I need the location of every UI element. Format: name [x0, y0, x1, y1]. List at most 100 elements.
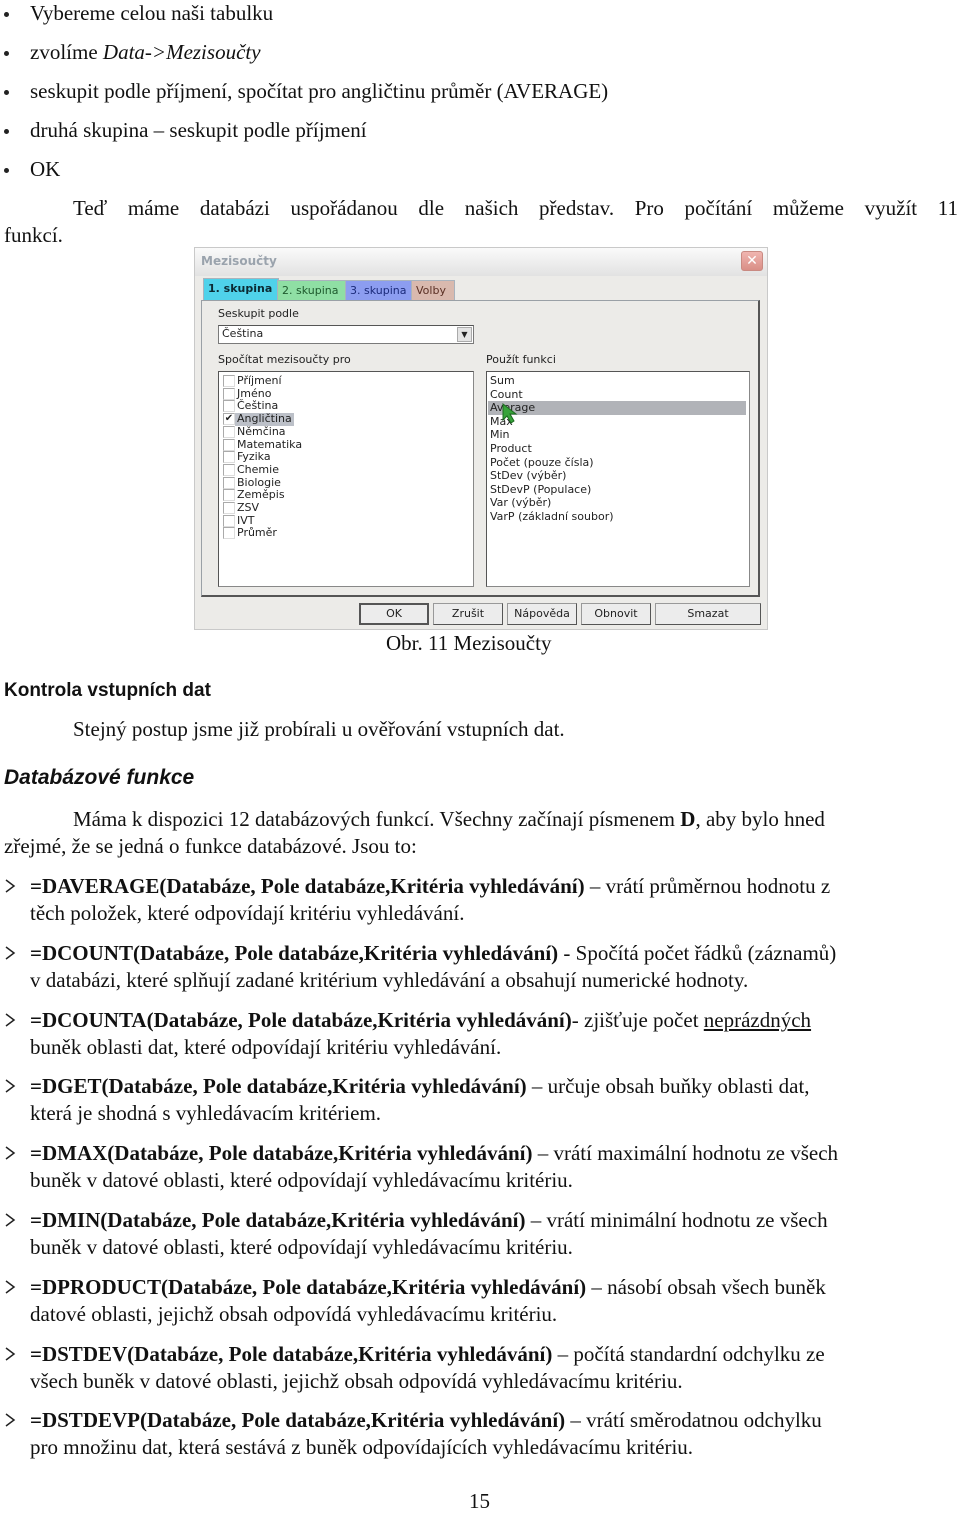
step-text: zvolíme Data->Mezisoučty [30, 39, 261, 66]
ok-button[interactable]: OK [359, 603, 429, 625]
checkbox[interactable] [223, 387, 235, 400]
dialog-title: Mezisoučty [201, 254, 277, 268]
function-description: – vrátí maximální hodnotu ze všech [532, 1141, 839, 1165]
arrow-bullet-icon [5, 1146, 16, 1160]
functions-list[interactable]: Sum Count Average Max Min Product Počet … [486, 371, 750, 587]
function-signature: =DMIN(Databáze, Pole databáze,Kritéria v… [30, 1208, 526, 1232]
db-functions-intro-line1: Máma k dispozici 12 databázových funkcí.… [73, 807, 825, 831]
step-item: OK [0, 156, 960, 183]
function-item[interactable]: Product [488, 442, 746, 456]
checkbox[interactable] [223, 375, 235, 387]
step-item: Vybereme celou naši tabulku [0, 0, 960, 27]
arrow-bullet-icon [5, 1213, 16, 1227]
column-item[interactable]: Průměr [221, 527, 461, 540]
function-item[interactable]: StDevP (Populace) [488, 483, 746, 497]
arrow-bullet-icon [5, 1013, 16, 1027]
column-item[interactable]: Příjmení [221, 374, 461, 388]
checkbox[interactable] [223, 463, 235, 476]
function-description: – určuje obsah buňky oblasti dat, [526, 1074, 810, 1098]
bullet-icon [4, 51, 9, 56]
group-by-value: Čeština [222, 327, 264, 340]
function-signature: =DMAX(Databáze, Pole databáze,Kritéria v… [30, 1141, 533, 1165]
function-item[interactable]: Average [488, 401, 746, 415]
function-signature: =DSTDEV(Databáze, Pole databáze,Kritéria… [30, 1342, 553, 1366]
tab-group-1[interactable]: 1. skupina [203, 278, 279, 300]
function-description-cont: buněk oblasti dat, které odpovídají krit… [30, 1035, 502, 1059]
function-description-cont: datové oblasti, jejichž obsah odpovídá v… [30, 1302, 558, 1326]
function-description: – vrátí minimální hodnotu ze všech [525, 1208, 828, 1232]
step-text-plain: zvolíme [30, 40, 103, 64]
function-item[interactable]: StDev (výběr) [488, 469, 746, 483]
function-signature: =DAVERAGE(Databáze, Pole databáze,Kritér… [30, 874, 585, 898]
tab-group-2[interactable]: 2. skupina [277, 280, 347, 300]
checkbox[interactable] [223, 489, 235, 502]
function-description: – počítá standardní odchylku ze [552, 1342, 825, 1366]
checkbox[interactable] [223, 527, 235, 540]
function-signature: =DCOUNT(Databáze, Pole databáze,Kritéria… [30, 941, 559, 965]
function-description: – násobí obsah všech buněk [586, 1275, 826, 1299]
columns-checklist[interactable]: Příjmení Jméno Čeština ✔ Angličtina Němči… [218, 371, 474, 587]
checkbox[interactable] [223, 425, 235, 438]
subtotals-dialog: Mezisoučty ✕ 1. skupina 2. skupina 3. sk… [194, 247, 768, 630]
step-item: druhá skupina – seskupit podle příjmení [0, 117, 960, 144]
bullet-icon [4, 90, 9, 95]
function-signature: =DSTDEVP(Databáze, Pole databáze,Kritéri… [30, 1408, 566, 1432]
checkbox[interactable] [223, 476, 235, 489]
function-description-cont: všech buněk v datové oblasti, jejichž ob… [30, 1369, 683, 1393]
step-text: druhá skupina – seskupit podle příjmení [30, 118, 367, 142]
bullet-icon [4, 12, 9, 17]
function-description: – vrátí průměrnou hodnotu z [584, 874, 831, 898]
function-description-cont: v databázi, které splňují zadané kritéri… [30, 968, 749, 992]
checkbox[interactable] [223, 400, 235, 413]
column-item[interactable]: Chemie [221, 463, 461, 477]
close-x-icon[interactable]: ✕ [741, 251, 763, 271]
group-by-select[interactable]: Čeština ▼ [218, 325, 474, 344]
chevron-down-icon[interactable]: ▼ [457, 327, 472, 342]
db-functions-intro-line2: zřejmé, že se jedná o funkce databázové.… [4, 834, 417, 858]
subtotals-for-label: Spočítat mezisoučty pro [218, 353, 351, 366]
arrow-bullet-icon [5, 946, 16, 960]
checkbox[interactable] [223, 514, 235, 527]
function-description: – vrátí směrodatnou odchylku [565, 1408, 822, 1432]
bullet-icon [4, 129, 9, 134]
arrow-bullet-icon [5, 1280, 16, 1294]
arrow-bullet-icon [5, 1347, 16, 1361]
intro-paragraph-line1: Teď máme databázi uspořádanou dle našich… [73, 196, 958, 220]
function-description-cont: těch položek, které odpovídají kritériu … [30, 901, 465, 925]
function-description-cont: která je shodná s vyhledávacím kritériem… [30, 1101, 382, 1125]
cancel-button[interactable]: Zrušit [433, 603, 503, 625]
checkbox[interactable] [223, 451, 235, 464]
tab-group-3[interactable]: 3. skupina [345, 280, 413, 300]
function-item[interactable]: Počet (pouze čísla) [488, 456, 746, 470]
function-signature: =DCOUNTA(Databáze, Pole databáze,Kritéri… [30, 1008, 572, 1032]
delete-button[interactable]: Smazat [655, 603, 761, 625]
arrow-bullet-icon [5, 1413, 16, 1427]
function-signature: =DGET(Databáze, Pole databáze,Kritéria v… [30, 1074, 527, 1098]
function-description: - zjišťuje počet [571, 1008, 704, 1032]
function-item[interactable]: Count [488, 388, 746, 402]
tab-options[interactable]: Volby [411, 280, 455, 300]
tab-panel: Seskupit podle Čeština ▼ Spočítat meziso… [201, 300, 760, 597]
function-item[interactable]: Var (výběr) [488, 496, 746, 510]
step-text: OK [30, 157, 61, 181]
checkbox[interactable] [223, 438, 235, 451]
intro-paragraph-line2: funkcí. [4, 223, 63, 247]
step-item: zvolíme Data->Mezisoučty [0, 39, 960, 66]
column-item[interactable]: ✔ Angličtina [221, 412, 461, 426]
function-item[interactable]: Sum [488, 374, 746, 388]
page-number: 15 [469, 1489, 490, 1513]
checkmark-icon[interactable]: ✔ [223, 413, 235, 426]
column-item[interactable]: Fyzika [221, 450, 461, 464]
step-item: seskupit podle příjmení, spočítat pro an… [0, 78, 960, 105]
arrow-bullet-icon [5, 879, 16, 893]
column-item[interactable]: Němčina [221, 425, 461, 439]
function-item[interactable]: VarP (základní soubor) [488, 510, 746, 524]
function-item[interactable]: Max [488, 415, 746, 429]
function-item[interactable]: Min [488, 428, 746, 442]
mouse-cursor-icon [502, 402, 518, 424]
reset-button[interactable]: Obnovit [581, 603, 651, 625]
checkbox[interactable] [223, 502, 235, 514]
help-button[interactable]: Nápověda [507, 603, 577, 625]
step-text: seskupit podle příjmení, spočítat pro an… [30, 79, 609, 103]
column-item[interactable]: ZSV [221, 501, 461, 515]
